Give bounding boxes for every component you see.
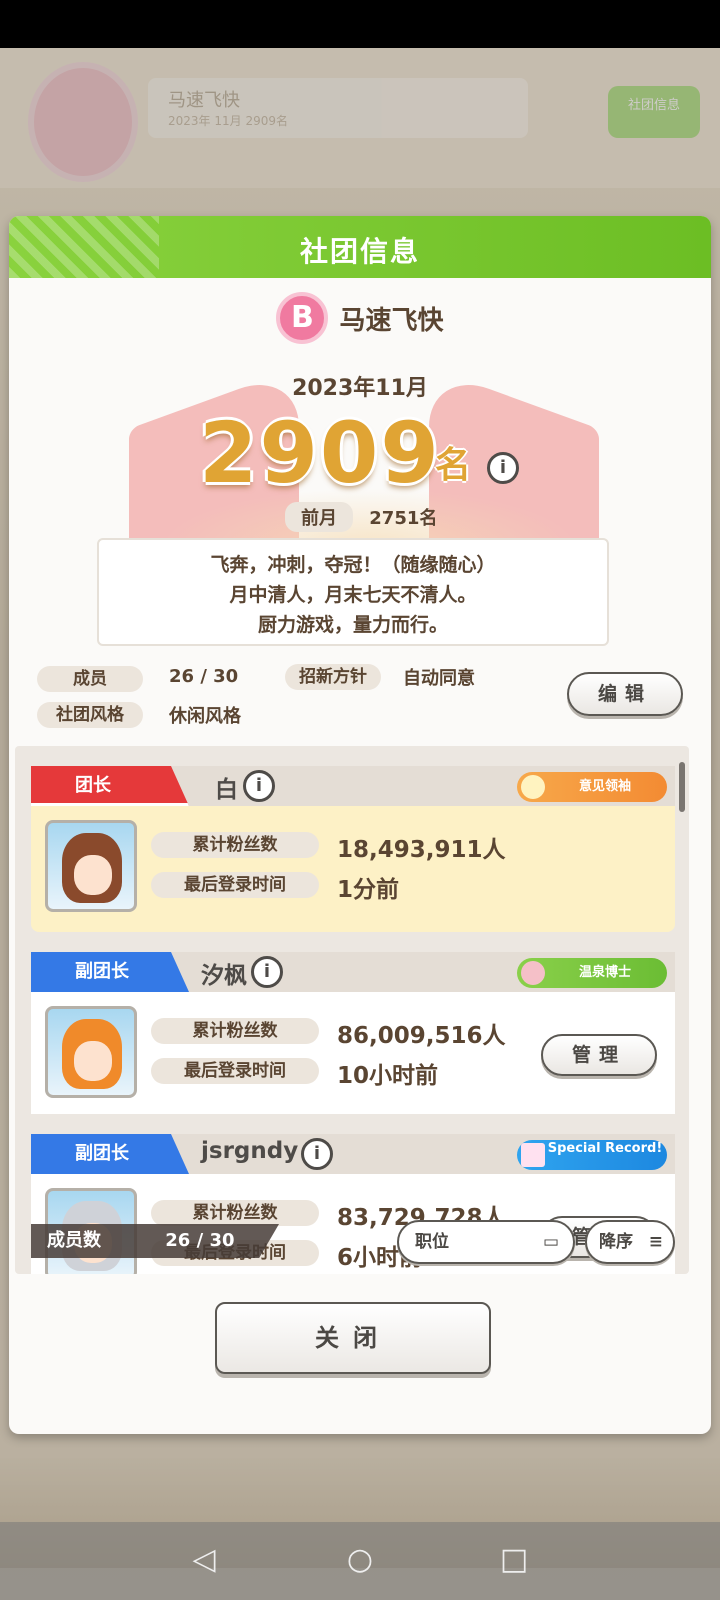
fans-value: 18,493,911人: [337, 837, 506, 863]
sort-field-cards-icon: ▭: [542, 1232, 559, 1252]
role-tag: 副团长: [31, 1134, 189, 1174]
close-button[interactable]: 关闭: [215, 1302, 491, 1374]
member-count-bar: 成员数 26 / 30: [31, 1224, 279, 1258]
system-nav-bar: ◁ ○ □: [0, 1522, 720, 1600]
fans-label: 累计粉丝数: [151, 1018, 319, 1044]
title-badge[interactable]: 温泉博士: [517, 958, 667, 988]
avatar-face: [74, 855, 112, 895]
member-count-label: 成员数: [47, 1230, 101, 1251]
club-name-row: B 马速飞快: [9, 292, 711, 344]
last-login-label: 最后登录时间: [151, 872, 319, 898]
last-login-value: 1分前: [337, 877, 400, 903]
member-avatar[interactable]: [45, 1006, 137, 1098]
rank-info-icon[interactable]: i: [487, 452, 519, 484]
role-tag: 团长: [31, 766, 189, 806]
member-list[interactable]: 团长 白 i 意见领袖 累计粉丝数 18,493,911人 最后登录时间 1分前: [15, 746, 689, 1274]
club-rank-badge-icon: B: [276, 292, 329, 344]
previous-month-rank: 前月 2751名: [285, 502, 437, 532]
club-style-value: 休闲风格: [169, 706, 241, 727]
member-name: jsrgndy: [201, 1138, 299, 1164]
dialog-header: 社团信息: [9, 216, 711, 278]
members-label: 成员: [37, 666, 143, 692]
edit-button[interactable]: 编辑: [567, 672, 683, 716]
club-style-label: 社团风格: [37, 702, 143, 728]
member-body: 累计粉丝数 86,009,516人 最后登录时间 10小时前 管理: [31, 992, 675, 1114]
member-header: 副团长 jsrgndy i Special Record!: [31, 1134, 675, 1174]
fans-label: 累计粉丝数: [151, 1200, 319, 1226]
previous-month-value: 2751名: [369, 508, 438, 529]
members-value: 26 / 30: [169, 666, 239, 687]
member-body: 累计粉丝数 18,493,911人 最后登录时间 1分前: [31, 806, 675, 932]
title-badge-label: 意见领袖: [578, 779, 631, 794]
title-badge-label: 温泉博士: [578, 965, 631, 980]
member-card-leader[interactable]: 团长 白 i 意见领袖 累计粉丝数 18,493,911人 最后登录时间 1分前: [31, 766, 675, 932]
dialog-title: 社团信息: [299, 235, 420, 268]
sort-order-button[interactable]: 降序 ≡: [585, 1220, 675, 1264]
rank-unit: 名: [435, 445, 472, 486]
motto-line-2: 月中清人，月末七天不清人。: [229, 584, 477, 606]
member-header: 团长 白 i 意见领袖: [31, 766, 675, 806]
rank-number: 2909: [199, 404, 441, 502]
title-badge-label: Special Record!: [547, 1141, 663, 1156]
avatar-face: [74, 1041, 112, 1081]
record-photo-icon: [521, 1143, 545, 1167]
member-info-icon[interactable]: i: [243, 770, 275, 802]
recents-icon[interactable]: □: [494, 1540, 534, 1580]
member-name: 白: [215, 777, 238, 803]
motto-line-1: 飞奔，冲刺，夺冠！（随缘随心）: [210, 554, 496, 576]
home-icon[interactable]: ○: [340, 1540, 380, 1580]
member-info-icon[interactable]: i: [301, 1138, 333, 1170]
member-card-vice-1[interactable]: 副团长 汐枫 i 温泉博士 累计粉丝数 86,009,516人 最后登录时间 1…: [31, 952, 675, 1114]
motto-line-3: 厨力游戏，量力而行。: [257, 614, 448, 636]
member-avatar[interactable]: [45, 820, 137, 912]
member-header: 副团长 汐枫 i 温泉博士: [31, 952, 675, 992]
member-list-scrollbar[interactable]: [679, 762, 685, 812]
sort-lines-icon: ≡: [648, 1232, 663, 1252]
role-tag: 副团长: [31, 952, 189, 992]
last-login-value: 10小时前: [337, 1063, 439, 1089]
club-motto: 飞奔，冲刺，夺冠！（随缘随心） 月中清人，月末七天不清人。 厨力游戏，量力而行。: [97, 538, 609, 646]
manage-button[interactable]: 管理: [541, 1034, 657, 1076]
sort-field-button[interactable]: 职位 ▭: [397, 1220, 575, 1264]
club-name: 马速飞快: [339, 305, 444, 336]
rank-month: 2023年11月: [292, 376, 428, 401]
title-badge[interactable]: Special Record!: [517, 1140, 667, 1170]
rank-display: 2909 名: [199, 404, 539, 502]
back-icon[interactable]: ◁: [184, 1540, 224, 1580]
status-bar: [0, 0, 720, 48]
onsen-icon: [521, 961, 545, 985]
member-count-value: 26 / 30: [165, 1230, 235, 1251]
recruit-policy-label: 招新方针: [285, 664, 381, 690]
sort-field-label: 职位: [415, 1232, 449, 1252]
fans-value: 86,009,516人: [337, 1023, 506, 1049]
sort-order-label: 降序: [599, 1232, 633, 1252]
club-stats: 成员 26 / 30 招新方针 自动同意 社团风格 休闲风格 编辑: [37, 664, 697, 734]
recruit-policy-value: 自动同意: [403, 668, 475, 689]
member-name: 汐枫: [201, 963, 247, 989]
previous-month-label: 前月: [285, 502, 353, 532]
last-login-label: 最后登录时间: [151, 1058, 319, 1084]
title-badge[interactable]: 意见领袖: [517, 772, 667, 802]
member-info-icon[interactable]: i: [251, 956, 283, 988]
fans-label: 累计粉丝数: [151, 832, 319, 858]
sun-medal-icon: [521, 775, 545, 799]
club-info-dialog: 社团信息 B 马速飞快 2023年11月 2909 名 i 前月 2751名 飞…: [9, 216, 711, 1434]
